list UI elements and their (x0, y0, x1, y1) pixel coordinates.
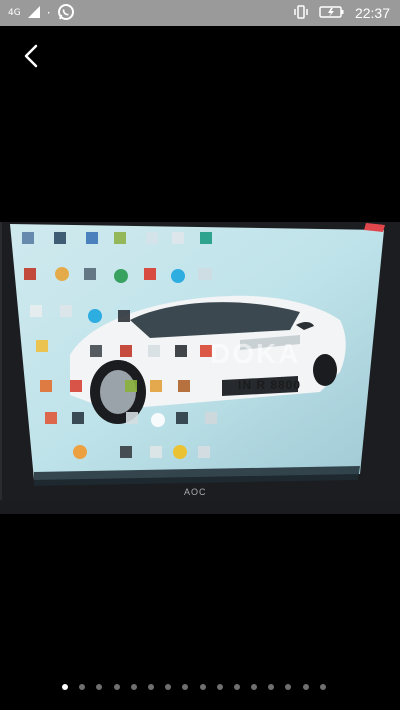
pager-dot[interactable] (96, 684, 103, 690)
pager-dot[interactable] (79, 684, 86, 690)
network-type: 4G (8, 7, 21, 18)
pager-dot[interactable] (182, 684, 189, 690)
pager-dot[interactable] (216, 684, 223, 690)
status-right: 22:37 (293, 4, 400, 23)
signal-icon (27, 5, 41, 22)
battery-icon (319, 5, 345, 22)
pager-dot[interactable] (113, 684, 120, 690)
pager-dot[interactable] (302, 684, 309, 690)
pager-dot[interactable] (251, 684, 258, 690)
pager-dot[interactable] (319, 684, 326, 690)
photo[interactable]: DOKA IN R 8800 AOC (0, 222, 400, 514)
whatsapp-icon (57, 3, 75, 24)
pager-dot[interactable] (165, 684, 172, 690)
watermark-text: DOKA (210, 338, 301, 369)
notification-dot-icon: · (46, 6, 51, 20)
clock: 22:37 (354, 5, 390, 21)
monitor-brand-text: AOC (184, 487, 207, 497)
status-bar: 4G · 22:37 (0, 0, 400, 26)
pager-dot[interactable] (130, 684, 137, 690)
chevron-left-icon (24, 44, 38, 68)
vibrate-icon (293, 4, 309, 23)
pager-dot[interactable] (199, 684, 206, 690)
image-pager (62, 684, 326, 690)
photo-image (0, 222, 400, 514)
pager-dot[interactable] (268, 684, 275, 690)
pager-dot-1[interactable] (62, 684, 68, 690)
back-button[interactable] (16, 40, 48, 72)
pager-dot[interactable] (147, 684, 154, 690)
viewer-top-bar (0, 26, 400, 86)
pager-dot[interactable] (233, 684, 240, 690)
status-left: 4G · (0, 3, 75, 24)
pager-dot[interactable] (285, 684, 292, 690)
license-plate-text: IN R 8800 (238, 378, 302, 392)
